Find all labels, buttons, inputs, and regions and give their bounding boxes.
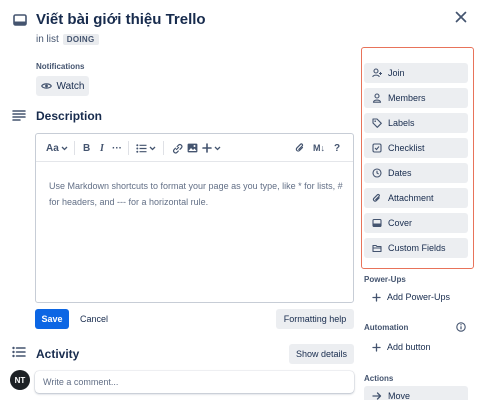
- checkbox-icon: [372, 143, 382, 153]
- chevron-down-icon: [214, 146, 221, 150]
- help-button[interactable]: ?: [334, 141, 340, 155]
- image-icon: [187, 143, 198, 153]
- power-ups-label: Power-Ups: [364, 275, 406, 284]
- close-button[interactable]: [451, 7, 471, 27]
- text-style-dropdown[interactable]: Aa: [46, 141, 68, 155]
- checklist-button[interactable]: Checklist: [364, 138, 468, 158]
- dates-button[interactable]: Dates: [364, 163, 468, 183]
- editor-toolbar: Aa B I ··· M↓ ?: [36, 134, 353, 162]
- cover-icon: [372, 218, 382, 228]
- description-editor[interactable]: Aa B I ··· M↓ ? Use Markdown shortcuts t…: [35, 133, 354, 303]
- link-button[interactable]: [172, 141, 183, 155]
- move-button[interactable]: Move: [364, 386, 468, 400]
- list-dropdown[interactable]: [136, 141, 156, 155]
- editor-placeholder: Use Markdown shortcuts to format your pa…: [49, 181, 343, 207]
- bullet-list-icon: [136, 143, 147, 153]
- members-button[interactable]: Members: [364, 88, 468, 108]
- link-icon: [173, 143, 183, 153]
- cover-button[interactable]: Cover: [364, 213, 468, 233]
- card-icon: [12, 12, 28, 28]
- list-name-badge[interactable]: DOING: [62, 34, 99, 45]
- add-button-button[interactable]: Add button: [364, 337, 468, 357]
- custom-fields-button[interactable]: Custom Fields: [364, 238, 468, 258]
- avatar[interactable]: NT: [10, 370, 30, 390]
- automation-label: Automation: [364, 323, 409, 332]
- paperclip-icon: [295, 143, 304, 152]
- arrow-right-icon: [372, 392, 382, 400]
- card-title[interactable]: Viết bài giới thiệu Trello: [36, 11, 206, 28]
- formatting-help-button[interactable]: Formatting help: [276, 309, 354, 329]
- folder-icon: [372, 244, 382, 253]
- close-icon: [455, 11, 467, 23]
- list-info: in list DOING: [36, 34, 99, 45]
- attachment-sidebar-button[interactable]: Attachment: [364, 188, 468, 208]
- watch-button[interactable]: Watch: [36, 76, 89, 96]
- notifications-label: Notifications: [36, 62, 85, 71]
- actions-label: Actions: [364, 374, 394, 383]
- join-button[interactable]: Join: [364, 63, 468, 83]
- plus-icon: [372, 342, 381, 352]
- labels-button[interactable]: Labels: [364, 113, 468, 133]
- paperclip-icon: [372, 193, 380, 202]
- comment-input[interactable]: [35, 371, 354, 393]
- activity-heading: Activity: [36, 347, 80, 361]
- clock-icon: [372, 168, 382, 178]
- cancel-button[interactable]: Cancel: [74, 309, 114, 329]
- activity-icon: [12, 346, 28, 360]
- eye-icon: [40, 83, 52, 89]
- user-icon: [372, 93, 382, 103]
- user-plus-icon: [372, 68, 382, 78]
- attachment-button[interactable]: [295, 141, 305, 155]
- chevron-down-icon: [61, 146, 68, 150]
- image-button[interactable]: [187, 141, 198, 155]
- italic-button[interactable]: I: [100, 141, 104, 155]
- description-heading: Description: [36, 109, 103, 123]
- markdown-button[interactable]: M↓: [313, 141, 325, 155]
- insert-dropdown[interactable]: [202, 141, 221, 155]
- show-details-button[interactable]: Show details: [289, 344, 354, 364]
- more-formatting-button[interactable]: ···: [112, 141, 122, 155]
- save-button[interactable]: Save: [35, 309, 69, 329]
- bold-button[interactable]: B: [83, 141, 90, 155]
- watch-label: Watch: [56, 80, 85, 92]
- add-power-ups-button[interactable]: Add Power-Ups: [364, 287, 468, 307]
- info-icon[interactable]: [456, 322, 466, 332]
- tag-icon: [372, 118, 382, 128]
- description-icon: [12, 109, 28, 123]
- list-prefix: in list: [36, 34, 59, 45]
- plus-icon: [202, 143, 212, 153]
- plus-icon: [372, 292, 381, 302]
- chevron-down-icon: [149, 146, 156, 150]
